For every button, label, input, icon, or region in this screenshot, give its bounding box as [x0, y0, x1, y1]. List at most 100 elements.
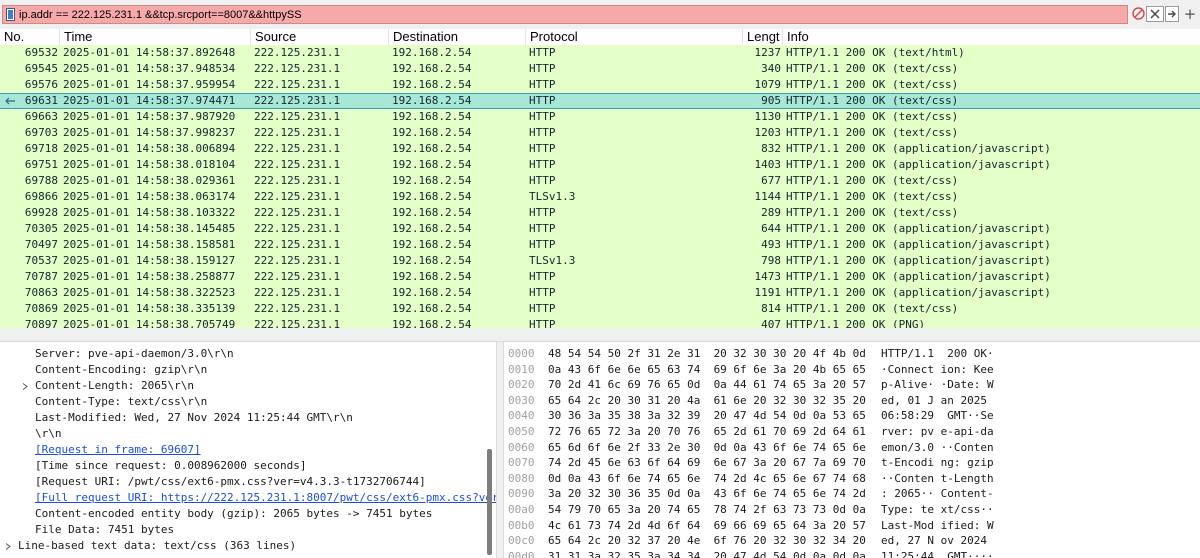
- packet-row-selected[interactable]: 69631 2025-01-01 14:58:37.974471 222.125.2…: [0, 93, 1200, 109]
- filter-history-button[interactable]: [1165, 6, 1179, 22]
- detail-line[interactable]: Server: pve-api-daemon/3.0\r\n: [0, 346, 486, 362]
- packet-length: 905: [761, 94, 781, 107]
- packet-number: 70869: [24, 302, 58, 315]
- hex-dump-line[interactable]: 00c0 65 64 2c 20 32 37 20 4e 6f 76 20 32 …: [504, 533, 1200, 549]
- packet-info: HTTP/1.1 200 OK (application/javascript): [786, 158, 1051, 171]
- packet-destination: 192.168.2.54: [392, 318, 472, 328]
- detail-text: Content-Encoding: gzip\r\n: [35, 363, 208, 376]
- column-header-protocol[interactable]: Protocol: [526, 29, 743, 46]
- packet-time: 2025-01-01 14:58:37.948534: [63, 62, 236, 75]
- add-filter-button[interactable]: +: [1182, 5, 1198, 23]
- packet-row[interactable]: 69866 2025-01-01 14:58:38.063174 222.125.2…: [0, 189, 1200, 205]
- ascii-bytes: ··Conten t-Length: [881, 471, 994, 485]
- packet-number: 69545: [24, 62, 58, 75]
- packet-row[interactable]: 70305 2025-01-01 14:58:38.145485 222.125.2…: [0, 221, 1200, 237]
- detail-link-line[interactable]: [Full request URI: https://222.125.231.1…: [0, 490, 496, 506]
- packet-destination: 192.168.2.54: [392, 158, 472, 171]
- hex-dump-line[interactable]: 0060 65 6d 6f 6e 2f 33 2e 30 0d 0a 43 6f …: [504, 440, 1200, 456]
- detail-line[interactable]: File Data: 7451 bytes: [0, 522, 486, 538]
- bookmark-icon[interactable]: [6, 8, 15, 21]
- packet-row[interactable]: 69928 2025-01-01 14:58:38.103322 222.125.2…: [0, 205, 1200, 221]
- packet-row[interactable]: 69663 2025-01-01 14:58:37.987920 222.125.2…: [0, 109, 1200, 125]
- hex-offset: 0080: [508, 471, 535, 485]
- packet-protocol: HTTP: [529, 318, 556, 328]
- ascii-bytes: Type: te xt/css··: [881, 503, 994, 516]
- packet-bytes-pane: 0000 48 54 54 50 2f 31 2e 31 20 32 30 30 …: [504, 342, 1200, 558]
- packet-row[interactable]: 70869 2025-01-01 14:58:38.335139 222.125.2…: [0, 301, 1200, 317]
- ascii-bytes: t-Encodi ng: gzip: [881, 456, 994, 470]
- hex-dump-line[interactable]: 00a0 54 79 70 65 3a 20 74 65 78 74 2f 63 …: [504, 502, 1200, 518]
- expand-chevron-icon[interactable]: [22, 383, 28, 390]
- packet-row[interactable]: 70863 2025-01-01 14:58:38.322523 222.125.2…: [0, 285, 1200, 301]
- packet-details-scrollbar[interactable]: [487, 449, 492, 555]
- packet-time: 2025-01-01 14:58:37.959954: [63, 78, 236, 91]
- clear-filter-icon[interactable]: [1132, 7, 1145, 20]
- column-header-no[interactable]: No.: [0, 29, 60, 46]
- detail-line[interactable]: Content-Type: text/css\r\n: [0, 394, 486, 410]
- detail-line[interactable]: Last-Modified: Wed, 27 Nov 2024 11:25:44…: [0, 410, 486, 426]
- packet-number: 70537: [24, 254, 58, 267]
- expand-chevron-icon[interactable]: [5, 543, 11, 550]
- detail-line[interactable]: \r\n: [0, 426, 486, 442]
- packet-row[interactable]: 69751 2025-01-01 14:58:38.018104 222.125.2…: [0, 157, 1200, 173]
- packet-protocol: HTTP: [529, 110, 556, 123]
- packet-row[interactable]: 69703 2025-01-01 14:58:37.998237 222.125.2…: [0, 125, 1200, 141]
- column-header-destination[interactable]: Destination: [389, 29, 526, 46]
- display-filter-input[interactable]: ip.addr == 222.125.231.1 &&tcp.srcport==…: [2, 5, 1128, 24]
- hex-dump-line[interactable]: 0020 70 2d 41 6c 69 76 65 0d 0a 44 61 74 …: [504, 377, 1200, 393]
- packet-row[interactable]: 69545 2025-01-01 14:58:37.948534 222.125.2…: [0, 61, 1200, 77]
- detail-line[interactable]: Content-Length: 2065\r\n: [0, 378, 486, 394]
- packet-protocol: HTTP: [529, 158, 556, 171]
- detail-link-line[interactable]: [Request in frame: 69607]: [0, 442, 486, 458]
- hex-bytes: 65 64 2c 20 30 31 20 4a 61 6e 20 32 30 3…: [548, 393, 866, 407]
- packet-time: 2025-01-01 14:58:38.029361: [63, 174, 236, 187]
- packet-destination: 192.168.2.54: [392, 222, 472, 235]
- packet-row[interactable]: 70787 2025-01-01 14:58:38.258877 222.125.2…: [0, 269, 1200, 285]
- packet-row[interactable]: 69718 2025-01-01 14:58:38.006894 222.125.2…: [0, 141, 1200, 157]
- packet-number: 70897: [24, 318, 58, 328]
- detail-line[interactable]: Line-based text data: text/css (363 line…: [0, 538, 496, 554]
- packet-row[interactable]: 69576 2025-01-01 14:58:37.959954 222.125.2…: [0, 77, 1200, 93]
- hex-dump-line[interactable]: 0080 0d 0a 43 6f 6e 74 65 6e 74 2d 4c 65 …: [504, 471, 1200, 487]
- column-header-length[interactable]: Lengt: [743, 29, 783, 46]
- hex-bytes: 65 6d 6f 6e 2f 33 2e 30 0d 0a 43 6f 6e 7…: [548, 440, 866, 454]
- hex-dump-line[interactable]: 0010 0a 43 6f 6e 6e 65 63 74 69 6f 6e 3a …: [504, 362, 1200, 378]
- hex-dump-line[interactable]: 0030 65 64 2c 20 30 31 20 4a 61 6e 20 32 …: [504, 393, 1200, 409]
- details-bytes-divider[interactable]: [496, 342, 504, 558]
- packet-destination: 192.168.2.54: [392, 286, 472, 299]
- packet-protocol: HTTP: [529, 206, 556, 219]
- detail-line[interactable]: Content-encoded entity body (gzip): 2065…: [0, 506, 486, 522]
- display-filter-text[interactable]: ip.addr == 222.125.231.1 &&tcp.srcport==…: [19, 8, 302, 22]
- detail-line[interactable]: [Time since request: 0.008962000 seconds…: [0, 458, 486, 474]
- hex-offset: 0030: [508, 393, 535, 407]
- hex-dump-line[interactable]: 0090 3a 20 32 30 36 35 0d 0a 43 6f 6e 74 …: [504, 486, 1200, 502]
- packet-row[interactable]: 70537 2025-01-01 14:58:38.159127 222.125.2…: [0, 253, 1200, 269]
- packet-row[interactable]: 70497 2025-01-01 14:58:38.158581 222.125.2…: [0, 237, 1200, 253]
- packet-row[interactable]: 70897 2025-01-01 14:58:38.705749 222.125.2…: [0, 317, 1200, 328]
- column-header-time[interactable]: Time: [60, 29, 251, 46]
- hex-dump-line[interactable]: 0050 72 76 65 72 3a 20 70 76 65 2d 61 70 …: [504, 424, 1200, 440]
- detail-line[interactable]: [Request URI: /pwt/css/ext6-pmx.css?ver=…: [0, 474, 486, 490]
- packet-source: 222.125.231.1: [254, 318, 341, 328]
- hex-dump-line[interactable]: 00b0 4c 61 73 74 2d 4d 6f 64 69 66 69 65 …: [504, 518, 1200, 534]
- apply-filter-button[interactable]: [1146, 6, 1164, 22]
- detail-line[interactable]: Content-Encoding: gzip\r\n: [0, 362, 486, 378]
- hex-dump-line[interactable]: 0070 74 2d 45 6e 63 6f 64 69 6e 67 3a 20 …: [504, 455, 1200, 471]
- hex-dump-line[interactable]: 0000 48 54 54 50 2f 31 2e 31 20 32 30 30 …: [504, 346, 1200, 362]
- packet-row[interactable]: 69788 2025-01-01 14:58:38.029361 222.125.2…: [0, 173, 1200, 189]
- column-header-info[interactable]: Info: [783, 29, 1200, 46]
- packet-row[interactable]: 69532 2025-01-01 14:58:37.892648 222.125.2…: [0, 45, 1200, 61]
- pane-splitter[interactable]: [0, 328, 1200, 342]
- packet-info: HTTP/1.1 200 OK (text/css): [786, 110, 959, 123]
- hex-dump-line[interactable]: 0040 30 36 3a 35 38 3a 32 39 20 47 4d 54 …: [504, 408, 1200, 424]
- packet-protocol: TLSv1.3: [529, 254, 576, 267]
- packet-source: 222.125.231.1: [254, 110, 341, 123]
- packet-time: 2025-01-01 14:58:37.987920: [63, 110, 236, 123]
- frame-link[interactable]: [Request in frame: 69607]: [35, 442, 201, 458]
- hex-dump-line[interactable]: 00d0 31 31 3a 32 35 3a 34 34 20 47 4d 54 …: [504, 549, 1200, 558]
- column-header-source[interactable]: Source: [251, 29, 389, 46]
- packet-number: 70863: [24, 286, 58, 299]
- detail-text: File Data: 7451 bytes: [35, 523, 175, 536]
- frame-link[interactable]: [Full request URI: https://222.125.231.1…: [35, 490, 496, 506]
- packet-destination: 192.168.2.54: [392, 110, 472, 123]
